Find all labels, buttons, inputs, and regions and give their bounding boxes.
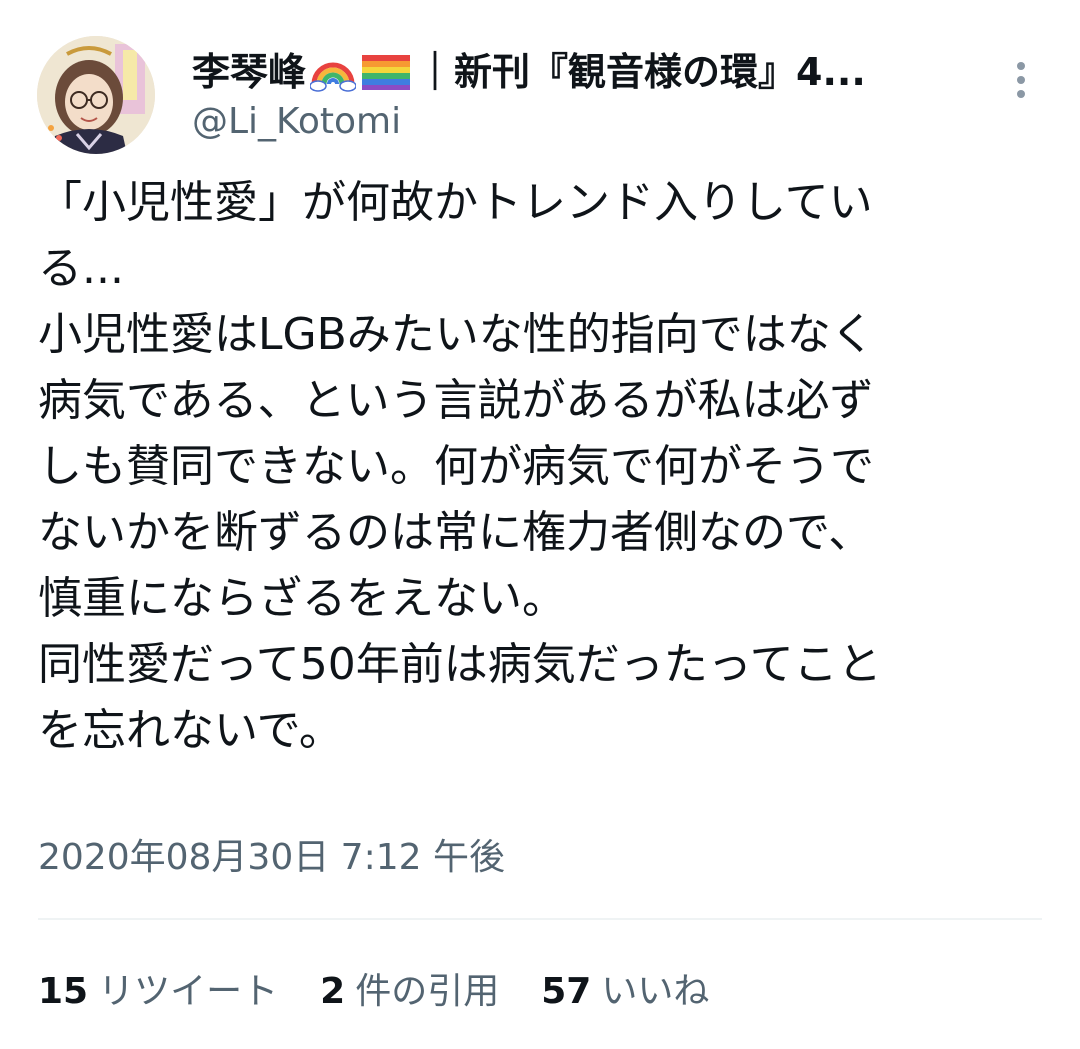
- likes-count: 57: [541, 971, 592, 1012]
- display-name-suffix: ｜新刊『観音様の環』4...: [416, 50, 866, 94]
- more-dot-icon: [1017, 62, 1025, 70]
- tweet-line: 小児性愛はLGBみたいな性的指向ではなく: [38, 309, 875, 360]
- tweet-line: 同性愛だって50年前は病気だったってこと: [38, 639, 882, 690]
- tweet-line: る...: [38, 243, 124, 294]
- retweets-count: 15: [38, 971, 89, 1012]
- tweet-text: 「小児性愛」が何故かトレンド入りしてい る... 小児性愛はLGBみたいな性的指…: [38, 170, 1048, 764]
- tweet-line: 病気である、という言説があるが私は必ず: [38, 375, 874, 426]
- more-dot-icon: [1017, 76, 1025, 84]
- retweets-label: リツイート: [98, 971, 279, 1012]
- display-name[interactable]: 李琴峰 ｜新刊『観音様の環』4...: [192, 48, 952, 96]
- likes-stat[interactable]: 57 いいね: [541, 966, 709, 1018]
- tweet-line: を忘れないで。: [38, 705, 343, 756]
- tweet-line: しも賛同できない。何が病気で何がそうで: [38, 441, 874, 492]
- engagement-stats: 15 リツイート 2 件の引用 57 いいね: [38, 966, 751, 1018]
- quotes-label: 件の引用: [355, 971, 500, 1012]
- divider: [38, 918, 1042, 920]
- quotes-stat[interactable]: 2 件の引用: [320, 966, 499, 1018]
- tweet-line: 慎重にならざるをえない。: [38, 573, 566, 624]
- user-handle[interactable]: @Li_Kotomi: [192, 100, 401, 144]
- tweet-line: ないかを断ずるのは常に権力者側なので、: [38, 507, 873, 558]
- more-dot-icon: [1017, 90, 1025, 98]
- tweet-timestamp[interactable]: 2020年08月30日 7:12 午後: [38, 832, 505, 884]
- likes-label: いいね: [601, 971, 710, 1012]
- quotes-count: 2: [320, 971, 346, 1012]
- rainbow-icon: [310, 52, 357, 92]
- display-name-text: 李琴峰: [192, 50, 307, 94]
- avatar-illustration: [37, 36, 155, 154]
- more-options-button[interactable]: [1006, 56, 1036, 104]
- retweets-stat[interactable]: 15 リツイート: [38, 966, 278, 1018]
- tweet-line: 「小児性愛」が何故かトレンド入りしてい: [38, 177, 873, 228]
- rainbow-flag-icon: [360, 53, 412, 91]
- avatar[interactable]: [37, 36, 155, 154]
